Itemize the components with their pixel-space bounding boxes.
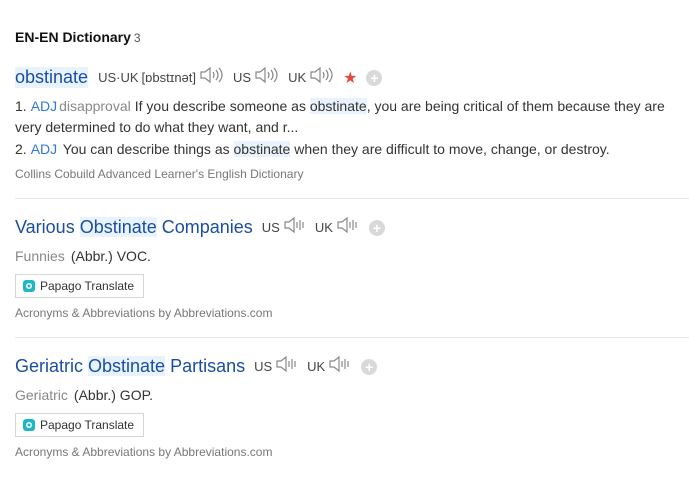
- divider: [15, 337, 689, 338]
- source-abbreviations[interactable]: Acronyms & Abbreviations by Abbreviation…: [15, 445, 272, 459]
- divider: [15, 198, 689, 199]
- add-icon[interactable]: +: [366, 69, 383, 86]
- uk-label: UK: [314, 220, 333, 235]
- part-of-speech: ADJ: [30, 98, 58, 114]
- uk-speaker-icon[interactable]: [309, 66, 333, 89]
- papago-icon: [23, 280, 35, 292]
- button-label: Papago Translate: [40, 279, 135, 293]
- uk-label: UK: [307, 359, 326, 374]
- abbr-line: Funnies (Abbr.) VOC.: [15, 246, 151, 267]
- result-count: 3: [133, 31, 141, 45]
- definition-2: 2. ADJ You can describe things as obstina…: [15, 139, 675, 160]
- us-label: US: [233, 70, 252, 85]
- entry-obstinate-header: obstinate US·UK [ɒbstɪnət] US UK ★ +: [15, 66, 383, 89]
- dictionary-header: EN-EN Dictionary 3: [15, 29, 141, 45]
- papago-translate-button[interactable]: Papago Translate: [15, 274, 145, 298]
- us-label: US: [254, 359, 273, 374]
- def-highlight: obstinate: [309, 98, 367, 114]
- uk-speaker-icon[interactable]: [336, 216, 360, 239]
- def-text: You can describe things as: [62, 141, 234, 157]
- part-of-speech: ADJ: [30, 141, 58, 157]
- us-speaker-icon[interactable]: [275, 355, 299, 378]
- abbr-line: Geriatric (Abbr.) GOP.: [15, 385, 153, 406]
- speaker-icon[interactable]: [199, 66, 223, 89]
- source-abbreviations[interactable]: Acronyms & Abbreviations by Abbreviation…: [15, 306, 272, 320]
- us-speaker-icon[interactable]: [254, 66, 278, 89]
- abbreviation: (Abbr.) VOC.: [70, 248, 151, 264]
- entry-word[interactable]: Geriatric Obstinate Partisans: [15, 356, 245, 377]
- abbreviation: (Abbr.) GOP.: [73, 387, 154, 403]
- def-highlight: obstinate: [233, 141, 291, 157]
- source-collins[interactable]: Collins Cobuild Advanced Learner's Engli…: [15, 167, 303, 181]
- entry-geriatric-header: Geriatric Obstinate Partisans US UK +: [15, 355, 378, 378]
- def-text-rest: when they are difficult to move, change,…: [290, 141, 610, 157]
- entry-various-header: Various Obstinate Companies US UK +: [15, 216, 385, 239]
- add-icon[interactable]: +: [368, 219, 385, 236]
- phonetic: [ɒbstɪnət]: [141, 70, 197, 85]
- def-number: 2.: [15, 141, 27, 157]
- def-text: If you describe someone as: [134, 98, 310, 114]
- papago-icon: [23, 419, 35, 431]
- button-label: Papago Translate: [40, 418, 135, 432]
- uk-speaker-icon[interactable]: [328, 355, 352, 378]
- uk-label: UK: [288, 70, 307, 85]
- us-label: US: [261, 220, 280, 235]
- add-icon[interactable]: +: [361, 358, 378, 375]
- definition-1: 1. ADJ disapproval If you describe someone …: [15, 96, 675, 138]
- entry-word[interactable]: obstinate: [15, 67, 89, 88]
- usage-label: disapproval: [59, 98, 131, 114]
- category-label: Geriatric: [15, 387, 68, 403]
- category-label: Funnies: [15, 248, 65, 264]
- star-icon[interactable]: ★: [343, 68, 357, 88]
- us-speaker-icon[interactable]: [283, 216, 307, 239]
- dictionary-title: EN-EN Dictionary: [15, 29, 131, 45]
- def-number: 1.: [15, 98, 27, 114]
- pron-label: US·UK: [98, 70, 139, 85]
- papago-translate-button[interactable]: Papago Translate: [15, 413, 145, 437]
- entry-word[interactable]: Various Obstinate Companies: [15, 217, 253, 238]
